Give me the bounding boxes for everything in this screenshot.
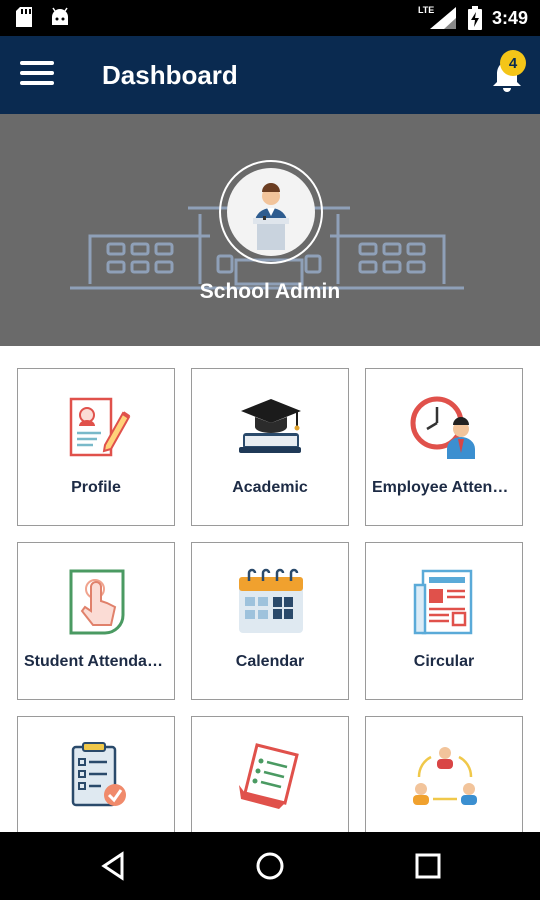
clock-employee-icon <box>410 396 475 459</box>
clipboard-check-icon <box>71 742 126 807</box>
system-nav-bar <box>0 832 540 900</box>
status-time: 3:49 <box>491 7 528 28</box>
calendar-icon <box>239 568 303 633</box>
tile-calendar[interactable]: Calendar <box>191 542 349 700</box>
back-icon[interactable] <box>98 850 130 882</box>
newspaper-icon <box>413 569 473 635</box>
avatar[interactable] <box>227 168 315 256</box>
recents-icon[interactable] <box>412 850 444 882</box>
tile-employee-attendance[interactable]: Employee Attendance <box>365 368 523 526</box>
tile-label: Academic <box>232 479 308 496</box>
network-type: LTE <box>417 5 435 15</box>
team-cycle-icon <box>413 747 477 805</box>
tile-label: Circular <box>413 653 475 670</box>
tile-team[interactable] <box>365 716 523 832</box>
tile-label: Profile <box>71 479 121 496</box>
tile-label: Calendar <box>235 653 305 670</box>
hamburger-menu-icon[interactable] <box>20 61 54 89</box>
page-title: Dashboard <box>102 60 238 90</box>
profile-banner: School Admin <box>0 114 540 346</box>
app-bar: Dashboard 4 <box>0 36 540 114</box>
scroll-list-icon <box>239 743 299 809</box>
notification-badge[interactable]: 4 <box>500 50 526 76</box>
battery-charging-icon <box>467 6 482 30</box>
status-bar: LTE 3:49 <box>0 0 540 36</box>
profile-card-icon <box>69 397 131 457</box>
tile-profile[interactable]: Profile <box>17 368 175 526</box>
tile-tasks[interactable] <box>17 716 175 832</box>
tile-student-attendance[interactable]: Student Attendance <box>17 542 175 700</box>
speaker-at-podium-icon <box>253 183 289 250</box>
signal-indicator: LTE <box>418 5 458 29</box>
touch-finger-icon <box>69 569 125 635</box>
android-icon <box>52 7 68 25</box>
profile-name: School Admin <box>199 280 341 303</box>
tile-circular[interactable]: Circular <box>365 542 523 700</box>
tile-reports[interactable] <box>191 716 349 832</box>
graduation-cap-icon <box>239 399 301 453</box>
tile-label: Student Attendance <box>24 653 168 670</box>
tile-label: Employee Attendance <box>372 479 516 496</box>
dashboard-grid: Profile Academic Employee Attendance <box>0 346 540 832</box>
home-icon[interactable] <box>254 850 286 882</box>
tile-academic[interactable]: Academic <box>191 368 349 526</box>
sd-card-icon <box>16 7 32 27</box>
